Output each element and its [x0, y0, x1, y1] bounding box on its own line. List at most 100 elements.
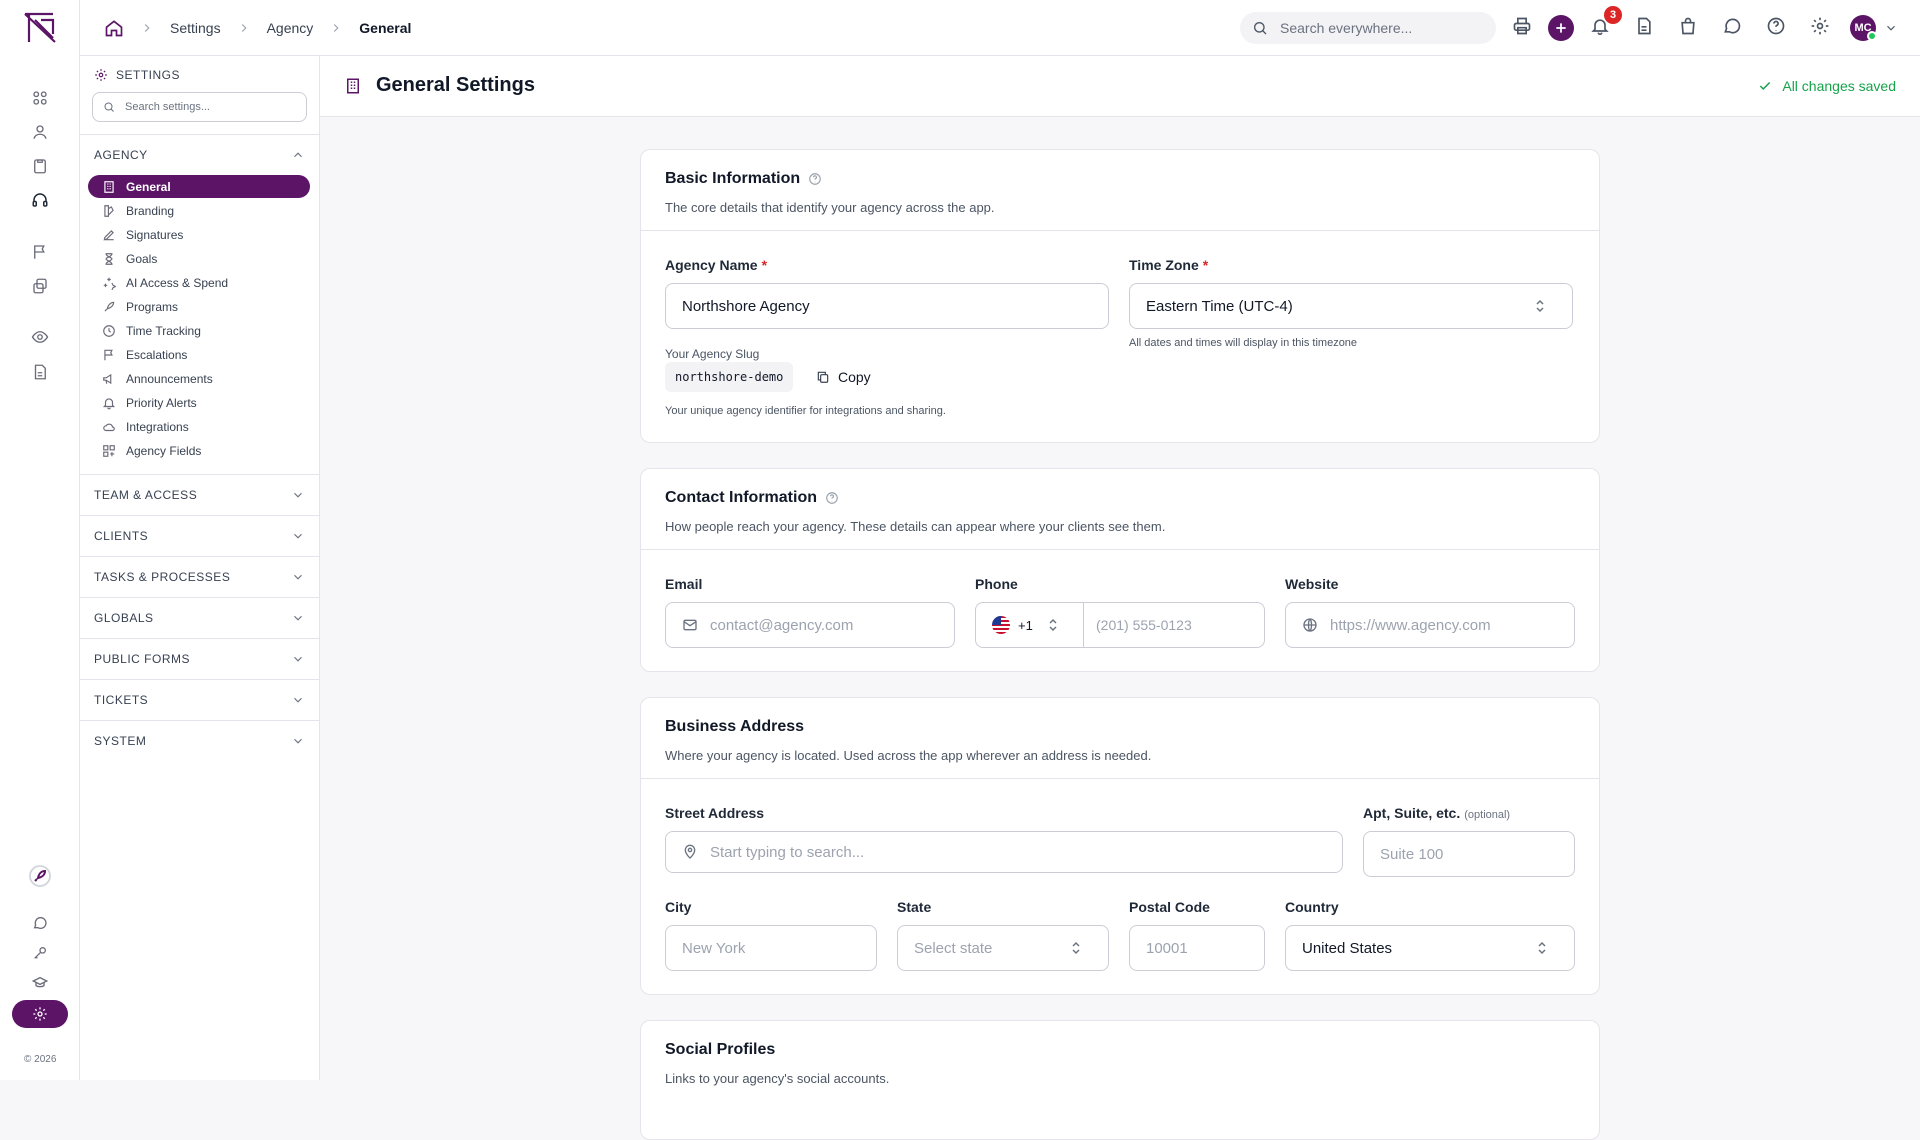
sidebar-item-programs[interactable]: Programs [88, 295, 310, 318]
key-icon[interactable] [32, 945, 48, 961]
sidebar-item-label: Branding [126, 203, 175, 218]
headset-icon[interactable] [31, 191, 49, 209]
phone-label: Phone [975, 576, 1018, 592]
chevron-down-icon[interactable] [1884, 21, 1898, 35]
apps-icon[interactable] [31, 89, 49, 107]
country-value: United States [1302, 939, 1393, 957]
rocket-icon[interactable] [28, 864, 52, 888]
clipboard-icon[interactable] [31, 157, 49, 175]
settings-search-input[interactable]: Search settings... [92, 92, 307, 122]
document-icon[interactable] [1634, 16, 1654, 36]
help-icon[interactable] [1766, 16, 1786, 36]
group-tasks-processes[interactable]: TASKS & PROCESSES [80, 557, 319, 597]
rocket-icon [102, 300, 116, 314]
sidebar-item-escalations[interactable]: Escalations [88, 343, 310, 366]
sidebar-item-time-tracking[interactable]: Time Tracking [88, 319, 310, 342]
chevron-down-icon [291, 652, 305, 666]
slug-label: Your Agency Slug [665, 347, 760, 361]
breadcrumb-settings[interactable]: Settings [170, 20, 221, 36]
group-agency[interactable]: AGENCY [80, 135, 319, 175]
chat-icon[interactable] [32, 915, 48, 931]
chat-icon[interactable] [1722, 16, 1742, 36]
country-select[interactable]: United States [1285, 925, 1575, 971]
agency-name-input[interactable]: Northshore Agency [665, 283, 1109, 329]
copy-slug-button[interactable]: Copy [816, 363, 871, 391]
group-public-forms[interactable]: PUBLIC FORMS [80, 639, 319, 679]
website-field[interactable]: https://www.agency.com [1285, 602, 1575, 648]
group-globals[interactable]: GLOBALS [80, 598, 319, 638]
sidebar-item-label: Signatures [126, 227, 184, 242]
chevron-down-icon [291, 693, 305, 707]
city-label: City [665, 899, 692, 915]
social-profiles-card: Social Profiles Links to your agency's s… [640, 1020, 1600, 1140]
us-flag-icon [992, 616, 1010, 634]
eye-icon[interactable] [31, 328, 49, 346]
create-button[interactable] [1548, 15, 1574, 41]
sidebar-item-goals[interactable]: Goals [88, 247, 310, 270]
settings-title-label: SETTINGS [116, 68, 181, 82]
city-field[interactable]: New York [665, 925, 877, 971]
flag-icon[interactable] [31, 243, 49, 261]
shopping-bag-icon[interactable] [1678, 16, 1698, 36]
select-arrows-icon [1047, 618, 1059, 632]
sidebar-item-announcements[interactable]: Announcements [88, 367, 310, 390]
building-icon [102, 180, 116, 194]
phone-input[interactable]: (201) 555-0123 [1084, 617, 1192, 633]
layers-icon[interactable] [31, 277, 49, 295]
street-label: Street Address [665, 805, 765, 821]
copyright: © 2026 [24, 1054, 57, 1065]
home-icon[interactable] [104, 18, 124, 38]
country-label: Country [1285, 899, 1339, 915]
globe-icon [1302, 617, 1318, 633]
chevron-down-icon [291, 488, 305, 502]
country-code-select[interactable]: +1 [976, 603, 1084, 647]
email-field[interactable]: contact@agency.com [665, 602, 955, 648]
required-mark: * [761, 257, 768, 273]
check-icon [1758, 79, 1772, 93]
sidebar-item-label: General [126, 179, 171, 194]
gear-icon[interactable] [1810, 16, 1830, 36]
sidebar-item-priority-alerts[interactable]: Priority Alerts [88, 391, 310, 414]
group-label: TICKETS [94, 693, 149, 707]
group-clients[interactable]: CLIENTS [80, 516, 319, 556]
graduation-cap-icon[interactable] [32, 975, 48, 991]
plus-icon [1554, 21, 1568, 35]
notification-badge: 3 [1604, 6, 1622, 24]
sidebar-item-signatures[interactable]: Signatures [88, 223, 310, 246]
group-label: TASKS & PROCESSES [94, 570, 231, 584]
sidebar-item-agency-fields[interactable]: Agency Fields [88, 439, 310, 462]
postal-placeholder: 10001 [1146, 939, 1188, 957]
divider [641, 549, 1599, 550]
user-icon[interactable] [31, 123, 49, 141]
search-icon [103, 101, 115, 113]
postal-code-field[interactable]: 10001 [1129, 925, 1265, 971]
help-icon[interactable] [825, 491, 839, 505]
sidebar-item-label: Time Tracking [126, 323, 201, 338]
sidebar-item-ai-access[interactable]: AI Access & Spend [88, 271, 310, 294]
breadcrumb-agency[interactable]: Agency [267, 20, 314, 36]
document-icon[interactable] [31, 363, 49, 381]
website-placeholder: https://www.agency.com [1330, 616, 1491, 634]
printer-icon[interactable] [1512, 16, 1532, 36]
sidebar-item-general[interactable]: General [88, 175, 310, 198]
group-tickets[interactable]: TICKETS [80, 680, 319, 720]
global-search-input[interactable]: Search everywhere... [1240, 12, 1496, 44]
settings-search-placeholder: Search settings... [125, 101, 210, 113]
group-system[interactable]: SYSTEM [80, 721, 319, 761]
settings-nav-button[interactable] [12, 1000, 68, 1028]
help-icon[interactable] [808, 172, 822, 186]
timezone-select[interactable]: Eastern Time (UTC-4) [1129, 283, 1573, 329]
group-team-access[interactable]: TEAM & ACCESS [80, 475, 319, 515]
sidebar-item-branding[interactable]: Branding [88, 199, 310, 222]
online-status-dot [1867, 31, 1877, 41]
sidebar-item-label: Escalations [126, 347, 188, 362]
street-address-field[interactable]: Start typing to search... [665, 831, 1343, 873]
state-select[interactable]: Select state [897, 925, 1109, 971]
pen-icon [102, 228, 116, 242]
sidebar-item-integrations[interactable]: Integrations [88, 415, 310, 438]
apt-label: Apt, Suite, etc. (optional) [1363, 805, 1511, 821]
street-placeholder: Start typing to search... [710, 843, 865, 861]
business-address-card: Business Address Where your agency is lo… [640, 697, 1600, 995]
apt-suite-field[interactable]: Suite 100 [1363, 831, 1575, 877]
app-logo[interactable] [23, 12, 57, 44]
